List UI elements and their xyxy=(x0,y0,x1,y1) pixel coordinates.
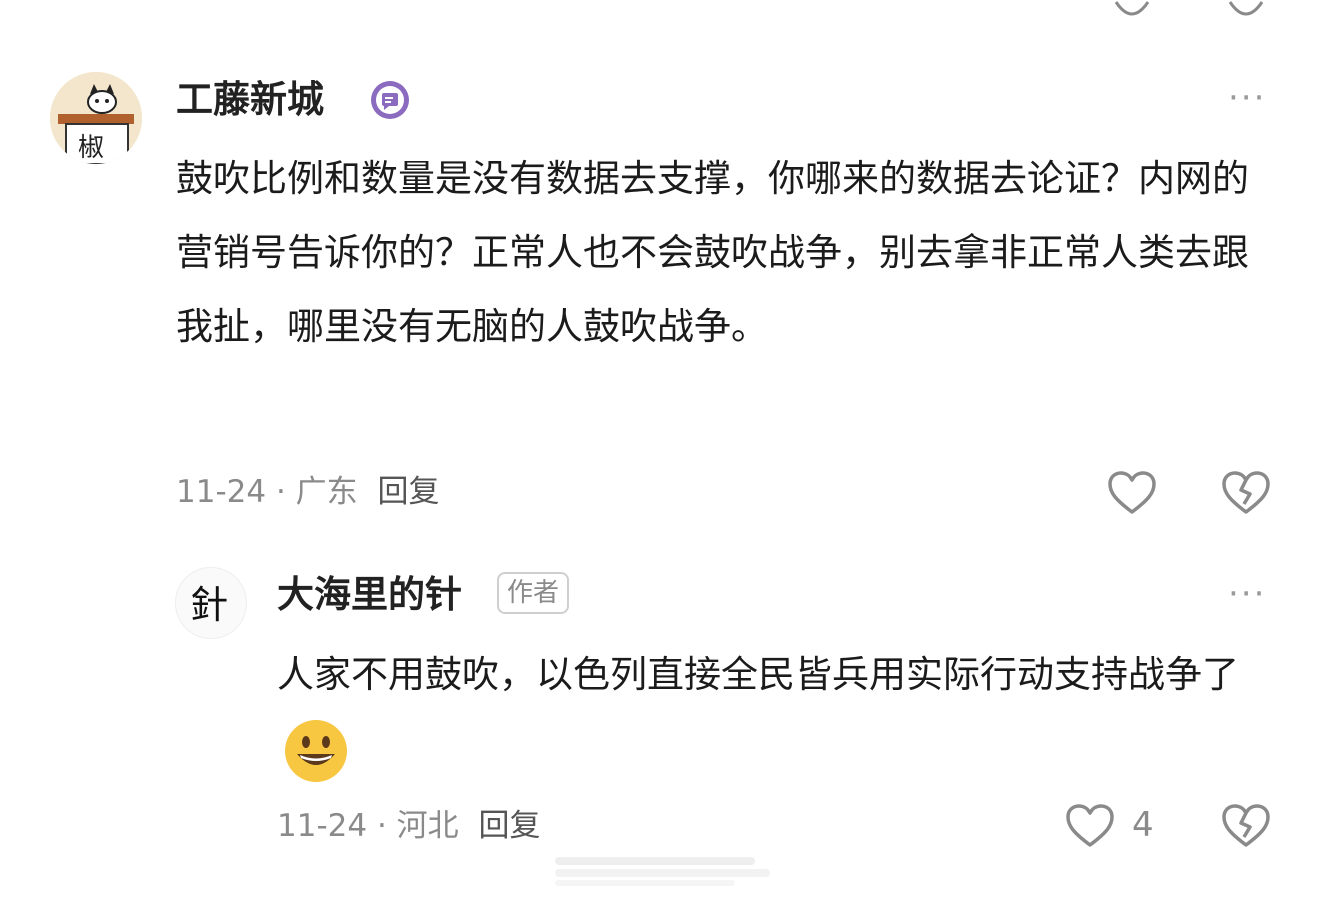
avatar[interactable]: 針 xyxy=(175,567,247,639)
like-icon-partial[interactable] xyxy=(1112,0,1152,22)
dislike-icon[interactable] xyxy=(1220,469,1272,517)
like-count: 4 xyxy=(1132,805,1154,845)
meta-separator: · xyxy=(376,808,387,844)
meta-separator: · xyxy=(275,474,286,510)
watermark xyxy=(555,853,770,887)
like-icon[interactable] xyxy=(1064,802,1116,850)
comment-text: 鼓吹比例和数量是没有数据去支撑，你哪来的数据去论证？内网的营销号告诉你的？正常人… xyxy=(176,157,1249,348)
reply-button[interactable]: 回复 xyxy=(479,808,541,844)
comment-location: 广东 xyxy=(295,474,358,510)
dislike-icon-partial[interactable] xyxy=(1226,0,1266,22)
comment-meta: 11-24 · 广东 回复 xyxy=(176,472,440,512)
message-badge-icon xyxy=(371,81,409,119)
comment-location: 河北 xyxy=(396,808,459,844)
reply-button[interactable]: 回复 xyxy=(378,474,440,510)
comment-date: 11-24 xyxy=(176,474,267,510)
reply-text: 人家不用鼓吹，以色列直接全民皆兵用实际行动支持战争了 xyxy=(277,653,1239,696)
more-options-button[interactable]: ··· xyxy=(1228,577,1266,611)
cat-avatar-icon: 椒 xyxy=(50,72,142,164)
comment-text: 人家不用鼓吹，以色列直接全民皆兵用实际行动支持战争了 xyxy=(277,638,1267,786)
avatar[interactable]: 椒 xyxy=(50,72,142,164)
calligraphy-avatar-icon: 針 xyxy=(190,583,228,627)
like-icon[interactable] xyxy=(1106,469,1158,517)
dislike-icon[interactable] xyxy=(1220,802,1272,850)
username[interactable]: 大海里的针 xyxy=(277,573,462,617)
grinning-face-emoji-icon xyxy=(285,719,347,782)
more-options-button[interactable]: ··· xyxy=(1228,81,1266,115)
svg-text:椒: 椒 xyxy=(78,133,104,163)
svg-text:針: 針 xyxy=(190,583,228,627)
comment-meta: 11-24 · 河北 回复 xyxy=(277,806,541,846)
comment-date: 11-24 xyxy=(277,808,368,844)
author-tag: 作者 xyxy=(497,572,570,614)
username[interactable]: 工藤新城 xyxy=(176,78,324,122)
